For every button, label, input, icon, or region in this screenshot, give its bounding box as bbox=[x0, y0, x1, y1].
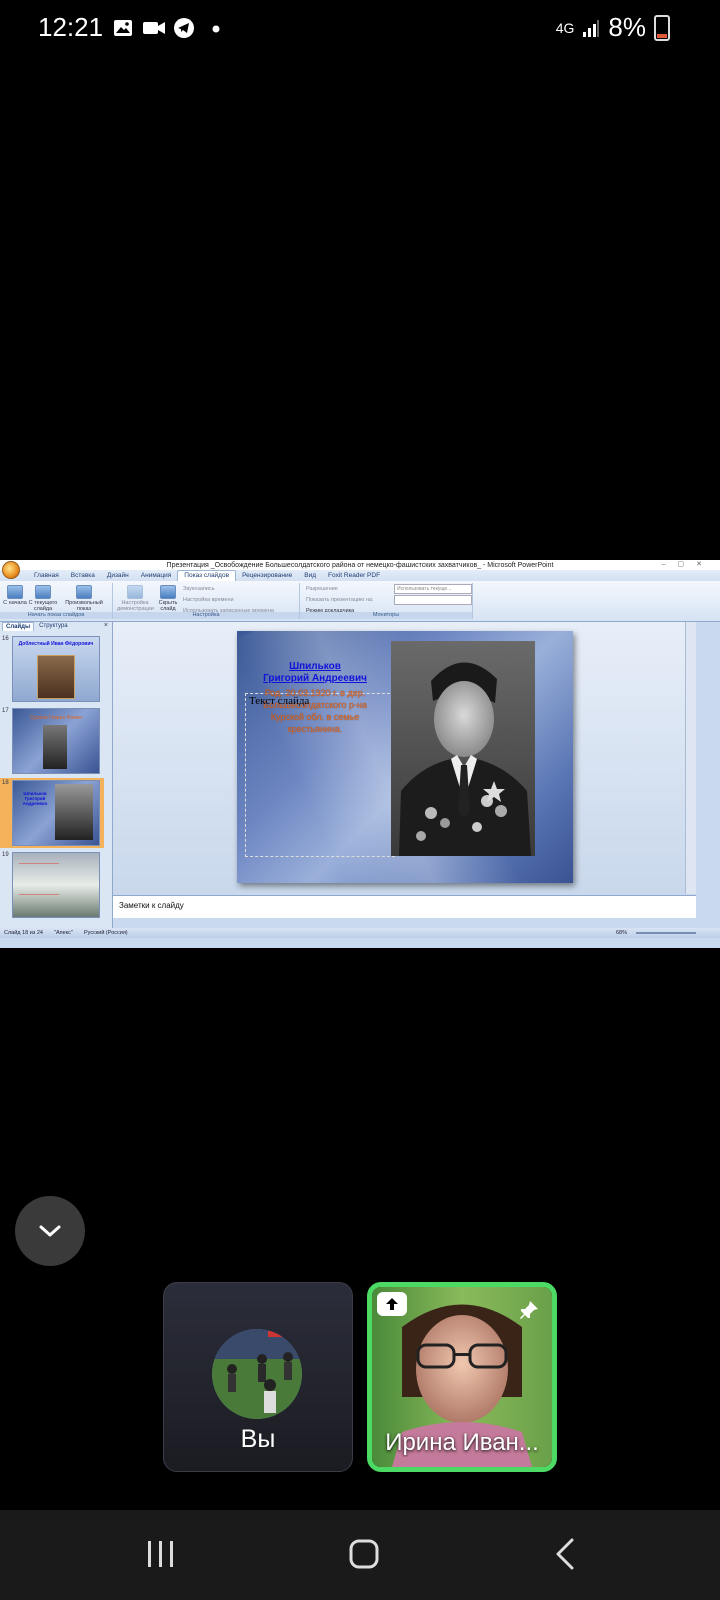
group-label-start: Начать показ слайдов bbox=[0, 612, 112, 619]
from-start-button[interactable]: С начала bbox=[2, 585, 28, 606]
network-type-icon: 4G bbox=[555, 19, 575, 36]
office-button[interactable] bbox=[2, 561, 20, 579]
setup-icon bbox=[127, 585, 143, 599]
vertical-scrollbar[interactable] bbox=[685, 622, 696, 894]
show-on-select[interactable] bbox=[394, 595, 472, 605]
slide-thumbnail-selected[interactable]: 18 Шпильков Григорий Андреевич bbox=[0, 778, 104, 848]
slide-thumbnail[interactable]: 19 bbox=[0, 850, 104, 920]
tab-animation[interactable]: Анимация bbox=[135, 571, 178, 581]
play-icon bbox=[7, 585, 23, 599]
hide-slide-icon bbox=[160, 585, 176, 599]
setup-show-button[interactable]: Настройка демонстрации bbox=[117, 585, 154, 612]
tab-foxit[interactable]: Foxit Reader PDF bbox=[322, 571, 386, 581]
participant-name-label: Ирина Иван... bbox=[385, 1429, 539, 1456]
window-title: Презентация _Освобождение Большесолдатск… bbox=[166, 561, 554, 569]
back-icon[interactable] bbox=[554, 1538, 576, 1570]
notes-pane[interactable]: Заметки к слайду bbox=[113, 895, 696, 918]
language: Русский (Россия) bbox=[84, 930, 128, 936]
resolution-label: Разрешение bbox=[306, 586, 338, 592]
slide-text-placeholder: Текст слайда bbox=[249, 695, 310, 707]
pin-icon[interactable] bbox=[518, 1299, 540, 1321]
ribbon: С начала С текущего слайда Произвольный … bbox=[0, 581, 720, 622]
rehearse-button[interactable]: Настройка времени bbox=[183, 597, 234, 603]
signal-icon bbox=[583, 19, 600, 37]
resolution-select[interactable]: Использовать текуще... bbox=[394, 584, 472, 594]
portrait-photo bbox=[391, 641, 535, 856]
tab-home[interactable]: Главная bbox=[28, 571, 65, 581]
battery-percent: 8% bbox=[608, 12, 646, 42]
slide-title: Шпильков Григорий Андреевич bbox=[263, 661, 367, 684]
video-call-icon bbox=[143, 22, 165, 34]
home-icon[interactable] bbox=[348, 1538, 380, 1570]
play-current-icon bbox=[35, 585, 51, 599]
telegram-icon bbox=[174, 18, 194, 38]
record-button[interactable]: Звукозапись bbox=[183, 586, 215, 592]
screen-share-badge bbox=[377, 1292, 407, 1316]
tab-slides[interactable]: Слайды bbox=[2, 622, 35, 631]
theme-name: "Апекс" bbox=[54, 930, 73, 936]
recent-apps-icon[interactable] bbox=[146, 1540, 176, 1568]
shared-screen[interactable]: Презентация _Освобождение Большесолдатск… bbox=[0, 560, 720, 948]
self-name-label: Вы bbox=[240, 1425, 276, 1453]
window-titlebar: Презентация _Освобождение Большесолдатск… bbox=[0, 560, 720, 579]
slide-thumbnail[interactable]: 17 Сушков Гаврил Фомич bbox=[0, 706, 104, 776]
group-label-setup: Настройка bbox=[113, 612, 299, 619]
zoom-level[interactable]: 68% bbox=[616, 928, 627, 938]
window-controls[interactable]: –▢✕ bbox=[662, 560, 714, 568]
group-label-monitors: Мониторы bbox=[300, 612, 472, 619]
slide-editor[interactable]: Шпильков Григорий Андреевич Род. 20.03.1… bbox=[113, 622, 696, 894]
participant-video-tile[interactable]: Ирина Иван... bbox=[367, 1282, 557, 1472]
ribbon-group-start: С начала С текущего слайда Произвольный … bbox=[0, 583, 113, 619]
tab-view[interactable]: Вид bbox=[298, 571, 322, 581]
system-navbar bbox=[0, 1510, 720, 1600]
zoom-slider[interactable] bbox=[636, 932, 696, 934]
slide-thumbnail[interactable]: 16 Доблестный Иван Фёдорович bbox=[0, 634, 104, 704]
tab-slideshow[interactable]: Показ слайдов bbox=[177, 570, 237, 581]
collapse-button[interactable] bbox=[15, 1196, 85, 1266]
from-current-button[interactable]: С текущего слайда bbox=[28, 585, 58, 612]
tab-design[interactable]: Дизайн bbox=[101, 571, 135, 581]
close-icon[interactable]: × bbox=[104, 622, 108, 629]
gallery-icon bbox=[114, 20, 132, 36]
avatar bbox=[212, 1329, 302, 1419]
tab-outline[interactable]: Структура bbox=[36, 622, 70, 631]
battery-icon bbox=[654, 14, 670, 41]
show-on-label: Показать презентацию на: bbox=[306, 597, 374, 603]
custom-show-icon bbox=[76, 585, 92, 599]
chevron-down-icon bbox=[39, 1225, 61, 1237]
ribbon-group-monitors: Разрешение Использовать текуще... Показа… bbox=[300, 583, 473, 619]
ribbon-tabs: Главная Вставка Дизайн Анимация Показ сл… bbox=[0, 570, 720, 581]
hide-slide-button[interactable]: Скрыть слайд bbox=[155, 585, 181, 612]
slide-counter: Слайд 18 из 24 bbox=[4, 930, 43, 936]
self-video-tile[interactable]: Вы bbox=[163, 1282, 353, 1472]
current-slide[interactable]: Шпильков Григорий Андреевич Род. 20.03.1… bbox=[237, 631, 573, 883]
status-time: 12:21 bbox=[38, 12, 104, 42]
slides-pane: Слайды Структура × 16 Доблестный Иван Фё… bbox=[0, 622, 113, 928]
tab-review[interactable]: Рецензирование bbox=[236, 571, 298, 581]
app-statusbar: Слайд 18 из 24 "Апекс" Русский (Россия) … bbox=[0, 928, 720, 938]
dot-icon bbox=[212, 25, 220, 33]
upload-arrow-icon bbox=[386, 1298, 398, 1310]
ribbon-group-setup: Настройка демонстрации Скрыть слайд Звук… bbox=[113, 583, 300, 619]
tab-insert[interactable]: Вставка bbox=[65, 571, 101, 581]
custom-show-button[interactable]: Произвольный показ bbox=[62, 585, 106, 612]
